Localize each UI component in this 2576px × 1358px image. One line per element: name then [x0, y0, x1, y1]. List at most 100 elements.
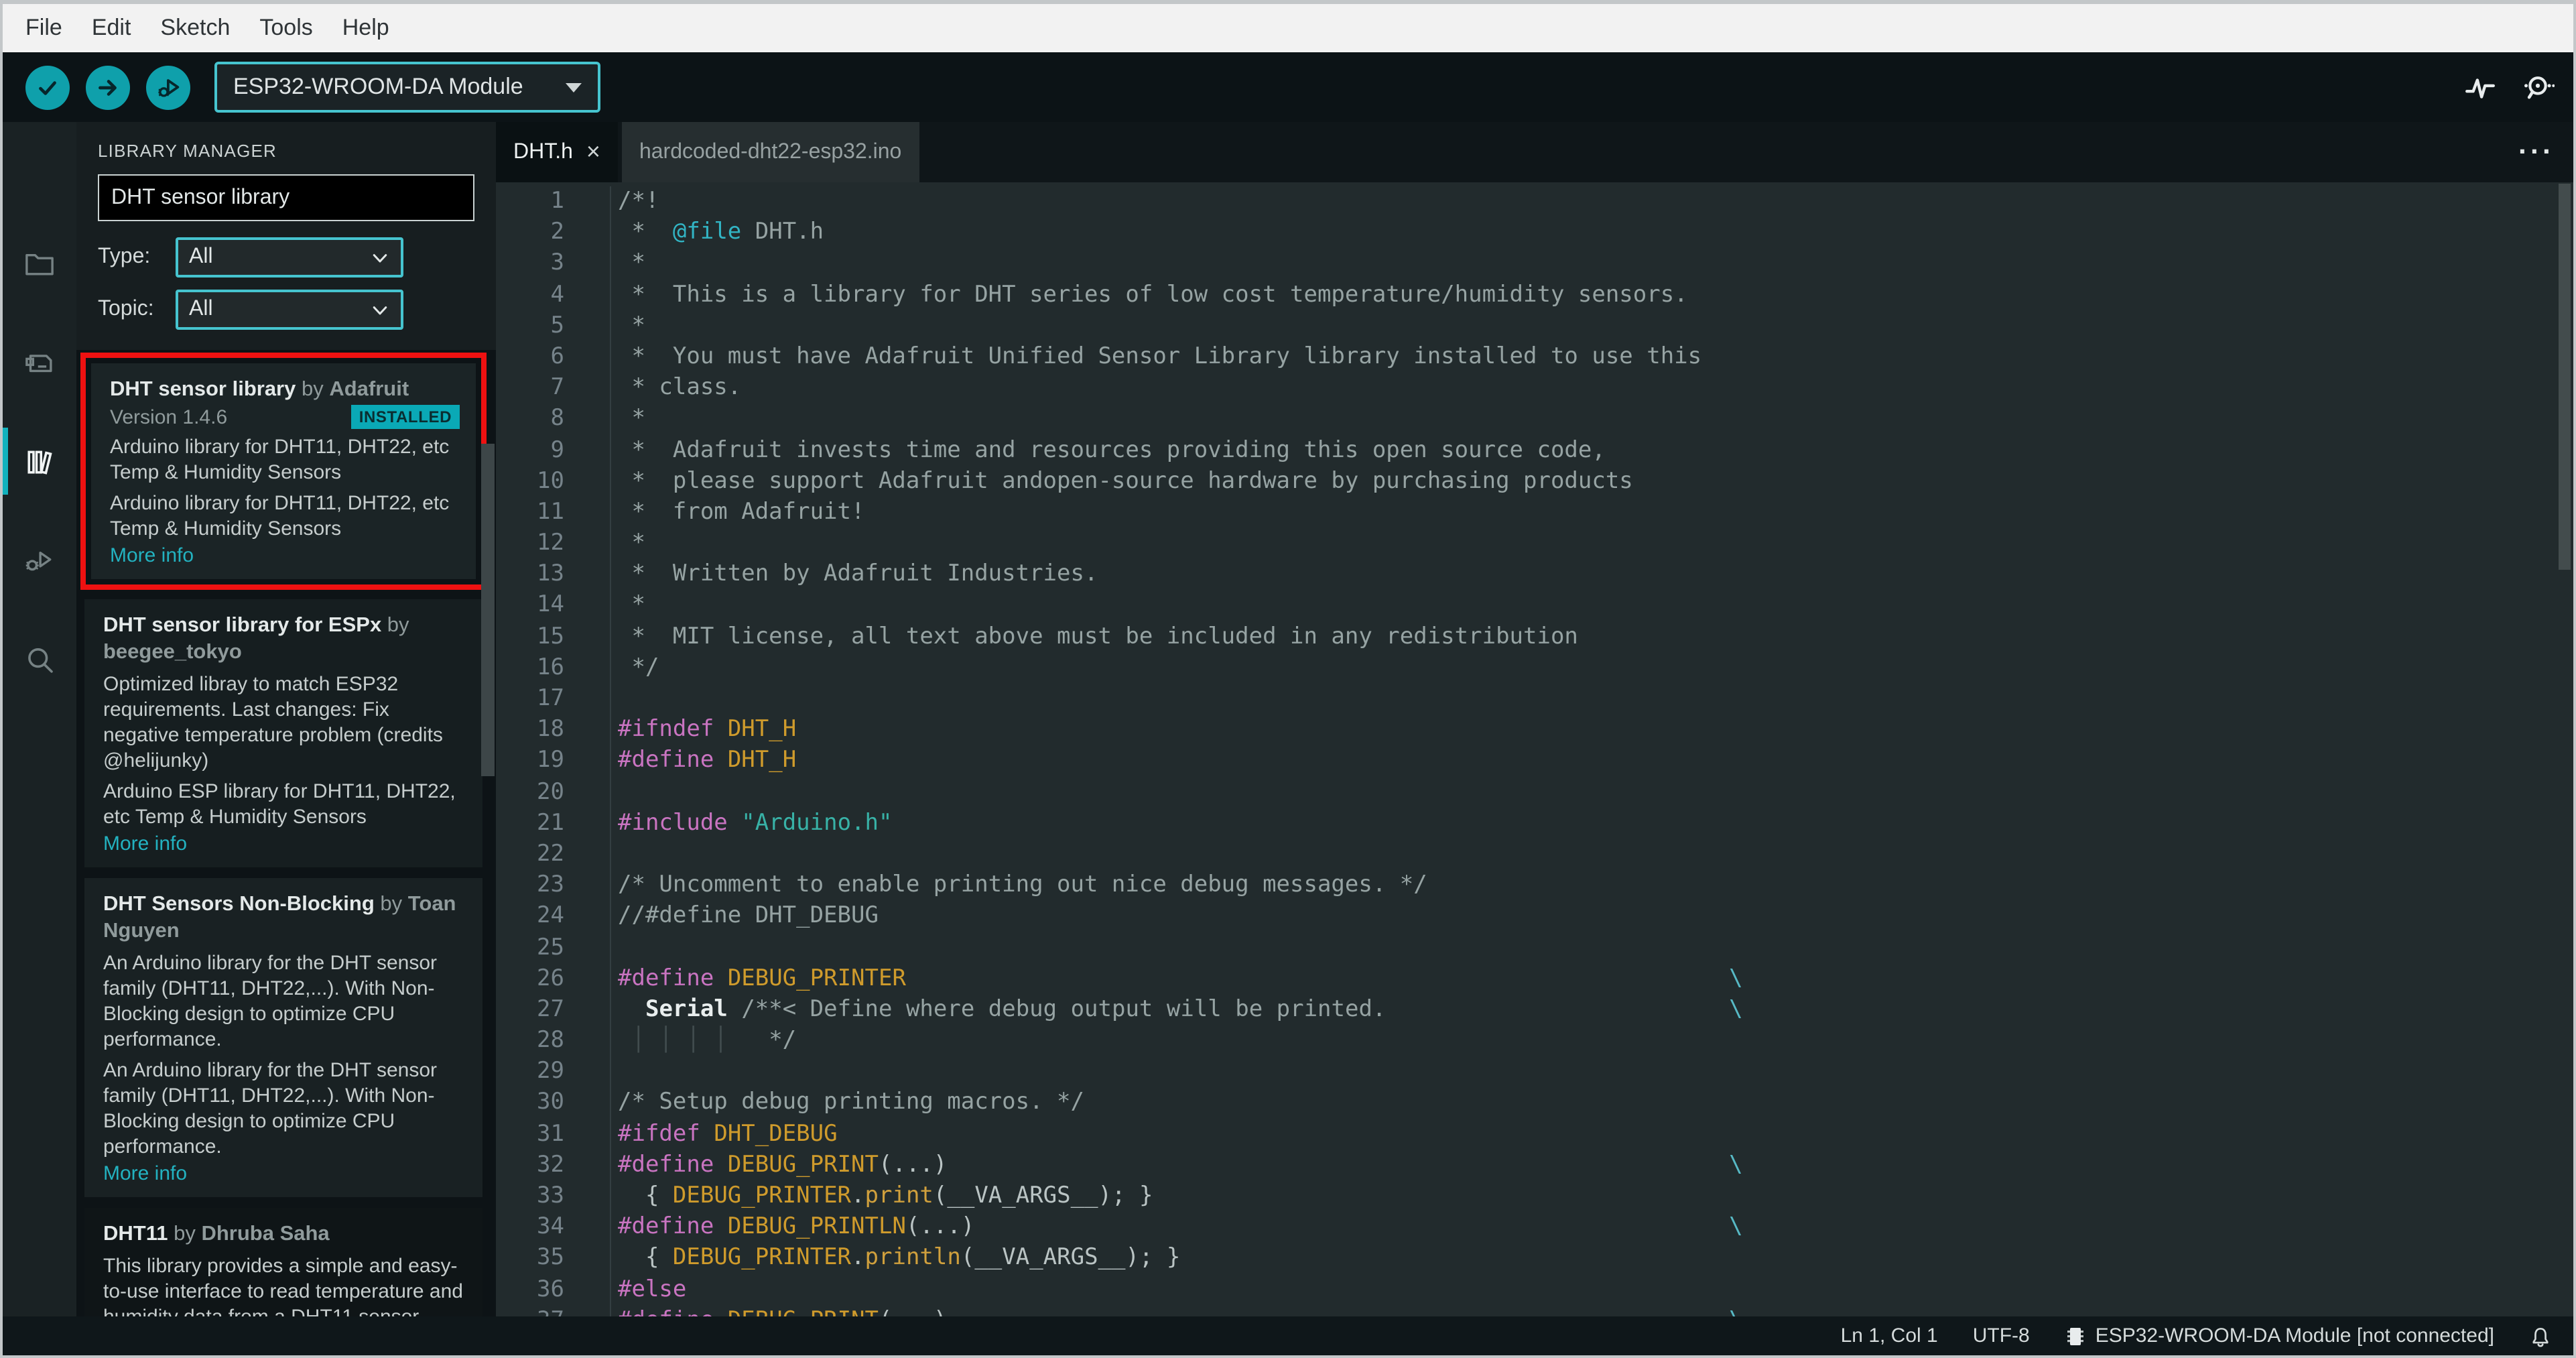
code-line[interactable]: 31 #ifdef DHT_DEBUG [496, 1119, 2573, 1150]
library-entry[interactable]: DHT sensor library by Adafruit Version 1.… [91, 363, 476, 579]
tab-sketch-ino[interactable]: hardcoded-dht22-esp32.ino [621, 122, 919, 182]
code-line[interactable]: 12 * [496, 528, 2573, 560]
code-line[interactable]: 4 * This is a library for DHT series of … [496, 280, 2573, 311]
line-number: 32 [496, 1150, 611, 1181]
line-number: 3 [496, 248, 611, 280]
code-line[interactable]: 21 #include "Arduino.h" [496, 808, 2573, 839]
menu-sketch[interactable]: Sketch [145, 4, 245, 52]
verify-button[interactable] [25, 65, 70, 109]
sidebar-item-sketchbook[interactable] [3, 240, 76, 286]
code-line[interactable]: 5 * [496, 310, 2573, 342]
code-line[interactable]: 25 [496, 932, 2573, 964]
code-line[interactable]: 7 * class. [496, 373, 2573, 404]
code-line[interactable]: 18 #ifndef DHT_H [496, 715, 2573, 746]
code-line[interactable]: 23/* Uncomment to enable printing out ni… [496, 870, 2573, 902]
code-line[interactable]: 9 * Adafruit invests time and resources … [496, 435, 2573, 467]
code-line[interactable]: 11 * from Adafruit! [496, 497, 2573, 529]
menu-help[interactable]: Help [328, 4, 404, 52]
close-icon[interactable]: × [586, 138, 600, 166]
code-line[interactable]: 35 { DEBUG_PRINTER.println(__VA_ARGS__);… [496, 1243, 2573, 1275]
notifications-button[interactable] [2529, 1324, 2552, 1348]
code-line[interactable]: 19 #define DHT_H [496, 745, 2573, 778]
editor-scrollbar[interactable] [2559, 184, 2571, 570]
code-line[interactable]: 34 #define DEBUG_PRINTLN(...) \ [496, 1212, 2573, 1243]
more-actions-icon[interactable]: ··· [2518, 122, 2555, 182]
code-line[interactable]: 3 * [496, 248, 2573, 280]
line-number: 21 [496, 808, 611, 839]
code-text: #define DEBUG_PRINT(...) \ [618, 1151, 1743, 1178]
encoding[interactable]: UTF-8 [1973, 1324, 2030, 1347]
more-info-link[interactable]: More info [103, 831, 466, 857]
sidebar-item-debug[interactable] [3, 538, 76, 583]
board-selector-label: ESP32-WROOM-DA Module [233, 74, 523, 99]
code-line[interactable]: 37 #define DEBUG_PRINT(...) \ [496, 1305, 2573, 1316]
library-entry[interactable]: DHT Sensors Non-Blocking by Toan Nguyen A… [84, 878, 482, 1197]
sidebar-item-library-manager[interactable] [3, 428, 76, 495]
code-line[interactable]: 17 [496, 684, 2573, 715]
cursor-position[interactable]: Ln 1, Col 1 [1841, 1324, 1938, 1347]
menu-edit[interactable]: Edit [77, 4, 146, 52]
code-line[interactable]: 30 /* Setup debug printing macros. */ [496, 1087, 2573, 1119]
board-selector[interactable]: ESP32-WROOM-DA Module [214, 62, 600, 113]
serial-plotter-icon[interactable] [2463, 70, 2497, 104]
library-entry-header: DHT sensor library for ESPx by beegee_to… [103, 613, 466, 666]
board-chip-icon [2065, 1324, 2086, 1348]
menu-tools[interactable]: Tools [245, 4, 327, 52]
code-line[interactable]: 8 * [496, 404, 2573, 435]
library-description: An Arduino library for the DHT sensor fa… [103, 952, 438, 1051]
line-number: 24 [496, 901, 611, 932]
code-text: #ifndef DHT_H [618, 716, 797, 743]
library-entry-header: DHT sensor library by Adafruit [110, 377, 460, 404]
code-line[interactable]: 32 #define DEBUG_PRINT(...) \ [496, 1150, 2573, 1181]
more-info-link[interactable]: More info [110, 543, 460, 568]
line-number: 6 [496, 341, 611, 373]
code-line[interactable]: 28 │ │ │ │ */ [496, 1026, 2573, 1057]
code-editor[interactable]: 1/*! 2 * @file DHT.h 3 * 4 * This is a libr… [496, 182, 2573, 1316]
board-status[interactable]: ESP32-WROOM-DA Module [not connected] [2065, 1324, 2494, 1348]
menu-file[interactable]: File [11, 4, 77, 52]
sidebar-item-search[interactable] [3, 637, 76, 682]
library-entry[interactable]: DHT11 by Dhruba Saha This library provide… [84, 1208, 482, 1316]
code-line[interactable]: 20 [496, 777, 2573, 808]
check-icon [35, 74, 60, 100]
library-search-input[interactable] [98, 174, 474, 221]
code-line[interactable]: 33 { DEBUG_PRINTER.print(__VA_ARGS__); } [496, 1181, 2573, 1213]
sidebar-item-boards-manager[interactable] [3, 339, 76, 385]
code-line[interactable]: 10 * please support Adafruit andopen-sou… [496, 466, 2573, 497]
library-manager-icon [21, 443, 58, 479]
code-line[interactable]: 2 * @file DHT.h [496, 217, 2573, 249]
code-line[interactable]: 36 #else [496, 1274, 2573, 1306]
type-filter-select[interactable]: All [176, 237, 403, 277]
code-text: #ifdef DHT_DEBUG [618, 1120, 838, 1148]
tab-label: hardcoded-dht22-esp32.ino [639, 140, 902, 163]
line-number: 9 [496, 435, 611, 467]
code-line[interactable]: 14 * [496, 590, 2573, 622]
code-line[interactable]: 1 /*! [496, 186, 2573, 218]
library-entry[interactable]: DHT sensor library for ESPx by beegee_to… [84, 599, 482, 867]
code-line[interactable]: 6 * You must have Adafruit Unified Senso… [496, 341, 2573, 373]
line-number: 23 [496, 870, 611, 902]
library-manager-panel: LIBRARY MANAGER Type: All Topic: All [76, 122, 496, 1316]
code-line[interactable]: 27 Serial /**< Define where debug output… [496, 994, 2573, 1026]
code-line[interactable]: 24//#define DHT_DEBUG [496, 901, 2573, 932]
line-number: 8 [496, 404, 611, 435]
tab-dht-h[interactable]: DHT.h × [496, 122, 618, 182]
debug-button[interactable] [146, 65, 190, 109]
code-text: * You must have Adafruit Unified Sensor … [618, 343, 1702, 370]
code-line[interactable]: 15 * MIT license, all text above must be… [496, 621, 2573, 653]
code-line[interactable]: 22 [496, 839, 2573, 871]
library-description: Arduino ESP library for DHT11, DHT22, et… [103, 780, 456, 828]
code-line[interactable]: 29 [496, 1056, 2573, 1088]
topic-filter-select[interactable]: All [176, 290, 403, 330]
upload-button[interactable] [86, 65, 130, 109]
code-line[interactable]: 13 * Written by Adafruit Industries. [496, 559, 2573, 591]
more-info-link[interactable]: More info [103, 1161, 466, 1186]
debug-play-bug-icon [155, 74, 182, 101]
line-number: 36 [496, 1274, 611, 1306]
line-number: 28 [496, 1026, 611, 1057]
library-list-scrollbar[interactable] [481, 444, 495, 776]
serial-monitor-icon[interactable] [2521, 70, 2555, 104]
code-line[interactable]: 16 */ [496, 652, 2573, 684]
code-line[interactable]: 26 #define DEBUG_PRINTER \ [496, 963, 2573, 995]
menu-bar: File Edit Sketch Tools Help [3, 4, 2573, 52]
